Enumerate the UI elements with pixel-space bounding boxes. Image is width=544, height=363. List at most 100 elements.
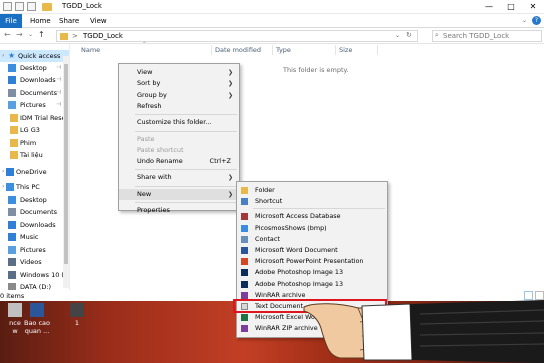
sort-arrow-icon: ⌃ — [142, 41, 148, 48]
chevron-right-icon[interactable]: › — [2, 166, 4, 178]
menu-item-label: Undo Rename — [137, 157, 183, 166]
tab-share[interactable]: Share — [59, 14, 79, 28]
details-view-icon[interactable] — [524, 291, 533, 300]
menu-separator — [253, 208, 385, 210]
sidebar-item[interactable]: LG G3 — [0, 124, 69, 136]
submenu-item[interactable]: PicosmosShows (bmp) — [237, 223, 387, 234]
large-icons-view-icon[interactable] — [535, 291, 544, 300]
scrollbar-thumb[interactable] — [64, 64, 68, 264]
pin-icon[interactable]: ⊣ — [56, 87, 61, 99]
close-button[interactable]: ✕ — [522, 0, 544, 14]
menu-item[interactable]: Share with ❯ — [119, 172, 239, 183]
contact-icon — [241, 235, 248, 243]
menu-item[interactable]: Undo Rename Ctrl+Z — [119, 156, 239, 167]
chevron-right-icon[interactable]: › — [2, 181, 4, 193]
up-arrow-icon[interactable]: ↑ — [38, 30, 45, 39]
sidebar-item[interactable]: Phim — [0, 137, 69, 149]
breadcrumb[interactable]: TGDD_Lock — [83, 32, 123, 40]
back-arrow-icon[interactable]: ← — [4, 30, 11, 39]
sidebar-item[interactable]: Documents ⊣ — [0, 87, 69, 99]
address-bar[interactable]: > TGDD_Lock ⌄ ↻ — [56, 30, 418, 42]
sidebar-item-label: Music — [20, 233, 39, 241]
quick-access-toolbar-icon[interactable] — [3, 2, 12, 11]
item-count: 0 items — [0, 292, 25, 300]
column-type[interactable]: Type — [276, 46, 291, 54]
sidebar-item[interactable]: Windows 10 (C — [0, 269, 69, 281]
sidebar-item[interactable]: IDM Trial Reset — [0, 112, 69, 124]
submenu-item[interactable]: Shortcut — [237, 196, 387, 207]
column-size[interactable]: Size — [339, 46, 352, 54]
chevron-down-icon[interactable]: ⌄ — [395, 32, 400, 39]
menu-item[interactable]: Sort by ❯ — [119, 78, 239, 89]
menu-item[interactable]: New ❯ — [119, 188, 239, 200]
menu-item[interactable]: View ❯ — [119, 67, 239, 78]
sidebar-item-label: Downloads — [20, 76, 56, 84]
pin-icon[interactable]: ⊣ — [56, 99, 61, 111]
menu-item-label: Customize this folder... — [137, 118, 212, 127]
column-name[interactable]: Name — [81, 46, 100, 54]
column-divider[interactable] — [335, 45, 336, 55]
desktop-icon[interactable]: Bao cao quan ... — [22, 303, 52, 335]
submenu-item-label: Contact — [255, 234, 280, 243]
menu-item-label: View — [137, 68, 153, 76]
tab-file[interactable]: File — [0, 14, 22, 28]
column-divider[interactable] — [211, 45, 212, 55]
column-date-modified[interactable]: Date modified — [215, 46, 261, 54]
chevron-down-icon[interactable]: ⌄ — [28, 31, 33, 38]
sidebar-item[interactable]: Desktop — [0, 194, 69, 206]
sidebar-item[interactable]: DATA (D:) — [0, 281, 69, 290]
submenu-item[interactable]: Adobe Photoshop Image 13 — [237, 279, 387, 290]
menu-item[interactable]: Customize this folder... — [119, 117, 239, 128]
menu-item: Paste — [119, 134, 239, 145]
sidebar-item[interactable]: Desktop ⊣ — [0, 62, 69, 74]
help-icon[interactable]: ? — [532, 16, 541, 25]
chevron-right-icon[interactable]: › — [2, 50, 4, 62]
menu-item-label: New — [137, 189, 152, 198]
submenu-item[interactable]: Adobe Photoshop Image 13 — [237, 267, 387, 278]
submenu-item[interactable]: Contact — [237, 234, 387, 245]
computer-icon — [6, 183, 14, 191]
tab-view[interactable]: View — [90, 14, 107, 28]
powerpoint-icon — [241, 258, 248, 266]
chevron-down-icon[interactable]: ⌄ — [522, 17, 527, 24]
sidebar-item[interactable]: Downloads — [0, 219, 69, 231]
menu-item-label: Share with — [137, 173, 172, 182]
sidebar-item[interactable]: Documents — [0, 206, 69, 218]
submenu-item[interactable]: Microsoft Access Database — [237, 211, 387, 222]
nav-scrollbar[interactable] — [63, 56, 69, 288]
desktop-icon[interactable]: 1 — [62, 303, 92, 327]
menu-item-label: Paste shortcut — [137, 145, 184, 154]
menu-item: Paste shortcut — [119, 145, 239, 156]
desktop-icon — [8, 64, 16, 72]
word-icon — [30, 303, 44, 317]
sidebar-item[interactable]: Videos — [0, 256, 69, 268]
new-folder-icon[interactable] — [27, 2, 36, 11]
column-divider[interactable] — [272, 45, 273, 55]
forward-arrow-icon[interactable]: → — [16, 30, 23, 39]
refresh-icon[interactable]: ↻ — [406, 31, 412, 39]
sidebar-item-label: Phim — [20, 139, 37, 147]
tab-home[interactable]: Home — [30, 14, 51, 28]
sidebar-item[interactable]: Downloads ⊣ — [0, 74, 69, 86]
sidebar-item[interactable]: Pictures — [0, 244, 69, 256]
submenu-item[interactable]: Folder — [237, 185, 387, 196]
sidebar-item[interactable]: Tài liệu — [0, 149, 69, 161]
pin-icon[interactable]: ⊣ — [56, 74, 61, 86]
search-input[interactable]: ⌕ Search TGDD_Lock — [432, 30, 542, 42]
menu-item[interactable]: Refresh — [119, 101, 239, 112]
pin-icon[interactable]: ⊣ — [56, 62, 61, 74]
sidebar-item[interactable]: Pictures ⊣ — [0, 99, 69, 111]
column-divider[interactable] — [377, 45, 378, 55]
maximize-button[interactable]: □ — [500, 0, 522, 14]
properties-icon[interactable] — [15, 2, 24, 11]
sidebar-item[interactable]: ★ Quick access — [0, 50, 69, 62]
sidebar-item-label: IDM Trial Reset — [20, 114, 69, 122]
minimize-button[interactable]: — — [478, 0, 500, 14]
sidebar-item[interactable]: OneDrive — [0, 166, 69, 178]
menu-item[interactable]: Group by ❯ — [119, 90, 239, 101]
submenu-item[interactable]: Microsoft PowerPoint Presentation — [237, 256, 387, 267]
menu-item[interactable]: Properties — [119, 205, 239, 216]
submenu-item[interactable]: Microsoft Word Document — [237, 245, 387, 256]
sidebar-item[interactable]: This PC — [0, 181, 69, 193]
sidebar-item[interactable]: Music — [0, 231, 69, 243]
